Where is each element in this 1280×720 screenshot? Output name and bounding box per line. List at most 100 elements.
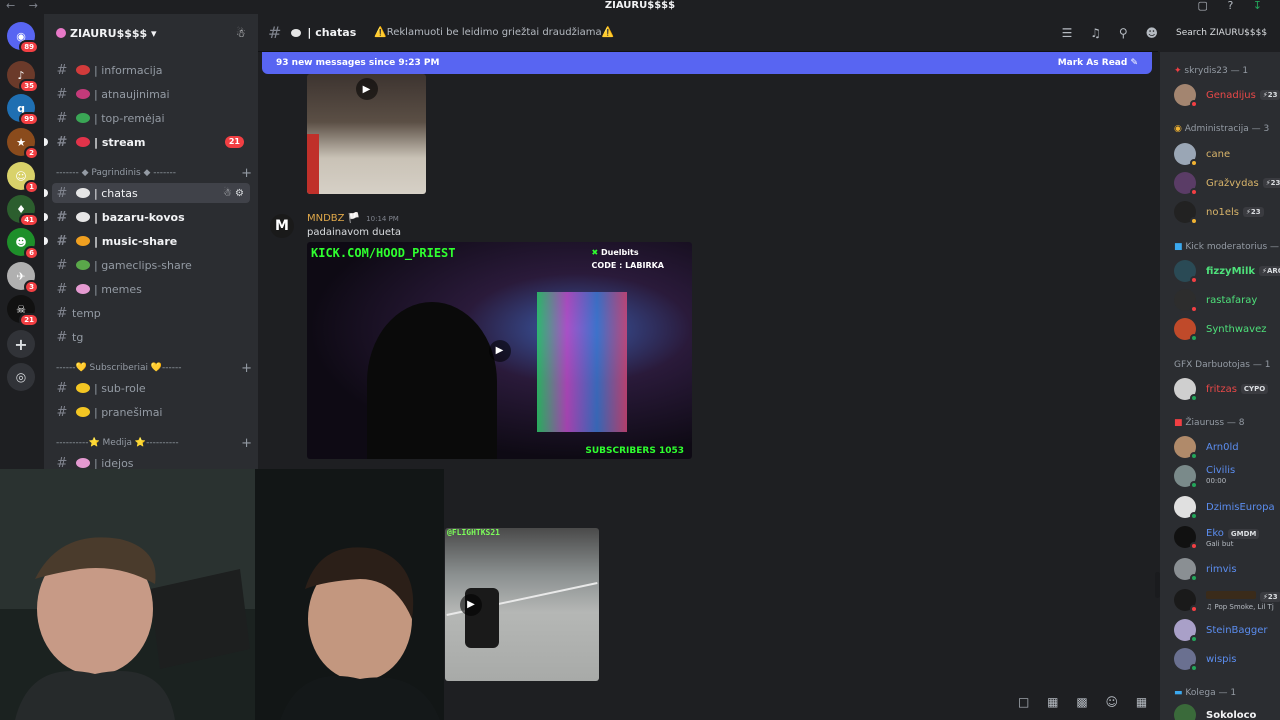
channel-memes[interactable]: # | memes	[52, 279, 250, 299]
hash-icon: #	[56, 134, 68, 150]
member-item[interactable]: Civilis 00:00	[1174, 463, 1280, 489]
emoji-icon[interactable]: ☺	[1106, 695, 1119, 709]
sticker-icon[interactable]: ▩	[1076, 695, 1087, 709]
member-item[interactable]: SteinBagger	[1174, 617, 1280, 643]
channel-gameclips-share[interactable]: # | gameclips-share	[52, 255, 250, 275]
member-item[interactable]: Arn0ld	[1174, 434, 1280, 460]
apps-icon[interactable]: ▦	[1136, 695, 1147, 709]
member-item[interactable]: no1els ⚡23	[1174, 199, 1280, 225]
add-channel-icon[interactable]: +	[241, 436, 252, 451]
channel-chatas[interactable]: # | chatas ☃ ⚙	[44, 183, 250, 203]
member-item[interactable]: wispis	[1174, 646, 1280, 672]
channel-tg[interactable]: # tg	[52, 327, 250, 347]
mark-as-read-button[interactable]: Mark As Read ✎	[1058, 58, 1138, 68]
member-tag: ⚡23	[1259, 90, 1280, 100]
play-icon[interactable]: ▶	[460, 593, 482, 616]
server-icon-4[interactable]: ☺ 1	[7, 162, 39, 194]
discover-icon[interactable]: ◎	[7, 363, 35, 391]
play-icon[interactable]: ▶	[355, 78, 378, 100]
invite-icon[interactable]: ☃	[236, 27, 246, 40]
member-item[interactable]: rastafaray	[1174, 287, 1280, 313]
pin-icon[interactable]: ⚲	[1119, 26, 1128, 40]
channel-sub-role[interactable]: # | sub-role	[52, 378, 250, 398]
server-icon-7[interactable]: ✈ 3	[7, 262, 39, 294]
avatar	[1174, 289, 1198, 313]
member-item[interactable]: fritzas CYPO	[1174, 376, 1280, 402]
server-icon-8[interactable]: ☠ 21	[7, 295, 39, 327]
download-icon[interactable]: ↧	[1253, 0, 1262, 12]
author-name[interactable]: MNDBZ	[307, 213, 345, 224]
video-attachment-2[interactable]: KICK.COM/HOOD_PRIEST ✖ Duelbits CODE : L…	[307, 242, 692, 459]
help-icon[interactable]: ?	[1227, 0, 1233, 12]
gear-icon[interactable]: ⚙	[235, 188, 244, 199]
server-icon-6[interactable]: ☻ 6	[7, 228, 39, 260]
member-item[interactable]: Gražvydas ⚡23	[1174, 170, 1280, 196]
direct-messages-button[interactable]: ◉ 89	[7, 22, 39, 54]
search-input[interactable]: Search ZIAURU$$$$	[1168, 22, 1280, 46]
play-icon[interactable]: ▶	[488, 339, 511, 362]
invite-icon[interactable]: ☃	[223, 188, 232, 199]
member-item[interactable]: rimvis	[1174, 556, 1280, 582]
inbox-icon[interactable]: ▢	[1198, 0, 1208, 12]
threads-icon[interactable]: ☰	[1062, 26, 1073, 40]
server-badge: 99	[19, 112, 39, 126]
role-icon: ■	[1174, 242, 1183, 252]
channel-topic[interactable]: ⚠️Reklamuoti be leidimo griežtai draudži…	[374, 27, 614, 38]
server-icon-1[interactable]: ♪ 35	[7, 61, 39, 93]
member-status-text: ♫ Pop Smoke, Lil Tj	[1206, 602, 1274, 611]
avatar[interactable]: M	[270, 214, 294, 238]
role-group-header: GFX Darbuotojas — 1	[1174, 360, 1270, 370]
channel-temp[interactable]: # temp	[52, 303, 250, 323]
duelbits-icon: ✖	[591, 248, 599, 257]
status-icon	[1190, 217, 1198, 225]
add-channel-icon[interactable]: +	[241, 361, 252, 376]
video-attachment-1[interactable]: ▶	[307, 74, 426, 194]
member-tag: ⚡23	[1242, 207, 1264, 217]
mute-bell-icon[interactable]: ♫	[1090, 26, 1101, 40]
member-item[interactable]: cane	[1174, 141, 1280, 167]
channel-top-remejai[interactable]: # | top-remėjai	[52, 108, 250, 128]
video-attachment-3[interactable]: @FLIGHTKS21 ▶	[445, 528, 599, 681]
server-icon-2[interactable]: q 99	[7, 94, 39, 126]
channel-label: temp	[72, 306, 101, 320]
category-medija[interactable]: ----------⭐ Medija ⭐---------- +	[56, 436, 252, 451]
member-name: Gražvydas	[1206, 177, 1259, 189]
avatar	[1174, 84, 1198, 108]
member-item[interactable]: DzimisEuropa	[1174, 494, 1280, 520]
channel-stream[interactable]: # | stream 21	[44, 132, 250, 152]
member-text: Civilis 00:00	[1206, 465, 1235, 487]
server-icon-5[interactable]: ♦ 41	[7, 195, 39, 227]
member-tag: ⚡23	[1262, 178, 1280, 188]
server-icon-3[interactable]: ★ 2	[7, 128, 39, 160]
status-icon	[1190, 334, 1198, 342]
member-item[interactable]: ⚡23 ♫ Pop Smoke, Lil Tj	[1174, 587, 1280, 613]
guild-header[interactable]: ZIAURU$$$$ ▾ ☃	[44, 14, 258, 52]
channel-pranesimai[interactable]: # | pranešimai	[52, 402, 250, 422]
member-item[interactable]: Sokoloco	[1174, 702, 1280, 720]
category-pagrindinis[interactable]: ------- ◆ Pagrindinis ◆ ------- +	[56, 166, 252, 181]
status-icon	[1190, 305, 1198, 313]
member-item[interactable]: fizzyMilk⚡ARC	[1174, 258, 1280, 284]
gift-icon[interactable]: □	[1018, 695, 1029, 709]
member-item[interactable]: Synthwavez	[1174, 316, 1280, 342]
hash-icon: #	[56, 380, 68, 396]
role-icon: ■	[1174, 418, 1183, 428]
category-subscriberiai[interactable]: ------💛 Subscriberiai 💛------ +	[56, 361, 252, 376]
add-channel-icon[interactable]: +	[241, 166, 252, 181]
add-server-icon[interactable]: +	[7, 330, 35, 358]
channel-atnaujinimai[interactable]: # | atnaujinimai	[52, 84, 250, 104]
new-messages-bar[interactable]: 93 new messages since 9:23 PM Mark As Re…	[262, 52, 1152, 74]
member-list-icon[interactable]: ☻	[1145, 26, 1158, 40]
member-tag: ⚡23	[1260, 591, 1280, 602]
channel-music-share[interactable]: # | music-share	[44, 231, 250, 251]
unread-indicator	[44, 213, 48, 221]
member-item[interactable]: Eko GMDM Gali but	[1174, 524, 1280, 550]
member-item[interactable]: Genadijus ⚡23	[1174, 82, 1280, 108]
channel-bazaru-kovos[interactable]: # | bazaru-kovos	[44, 207, 250, 227]
gif-icon[interactable]: ▦	[1047, 695, 1058, 709]
role-group-header: ✦ skrydis23 — 1	[1174, 66, 1248, 76]
channel-informacija[interactable]: # | informacija	[52, 60, 250, 80]
status-icon	[1190, 635, 1198, 643]
status-icon	[1190, 605, 1198, 613]
category-label: ------💛 Subscriberiai 💛------	[56, 363, 182, 373]
